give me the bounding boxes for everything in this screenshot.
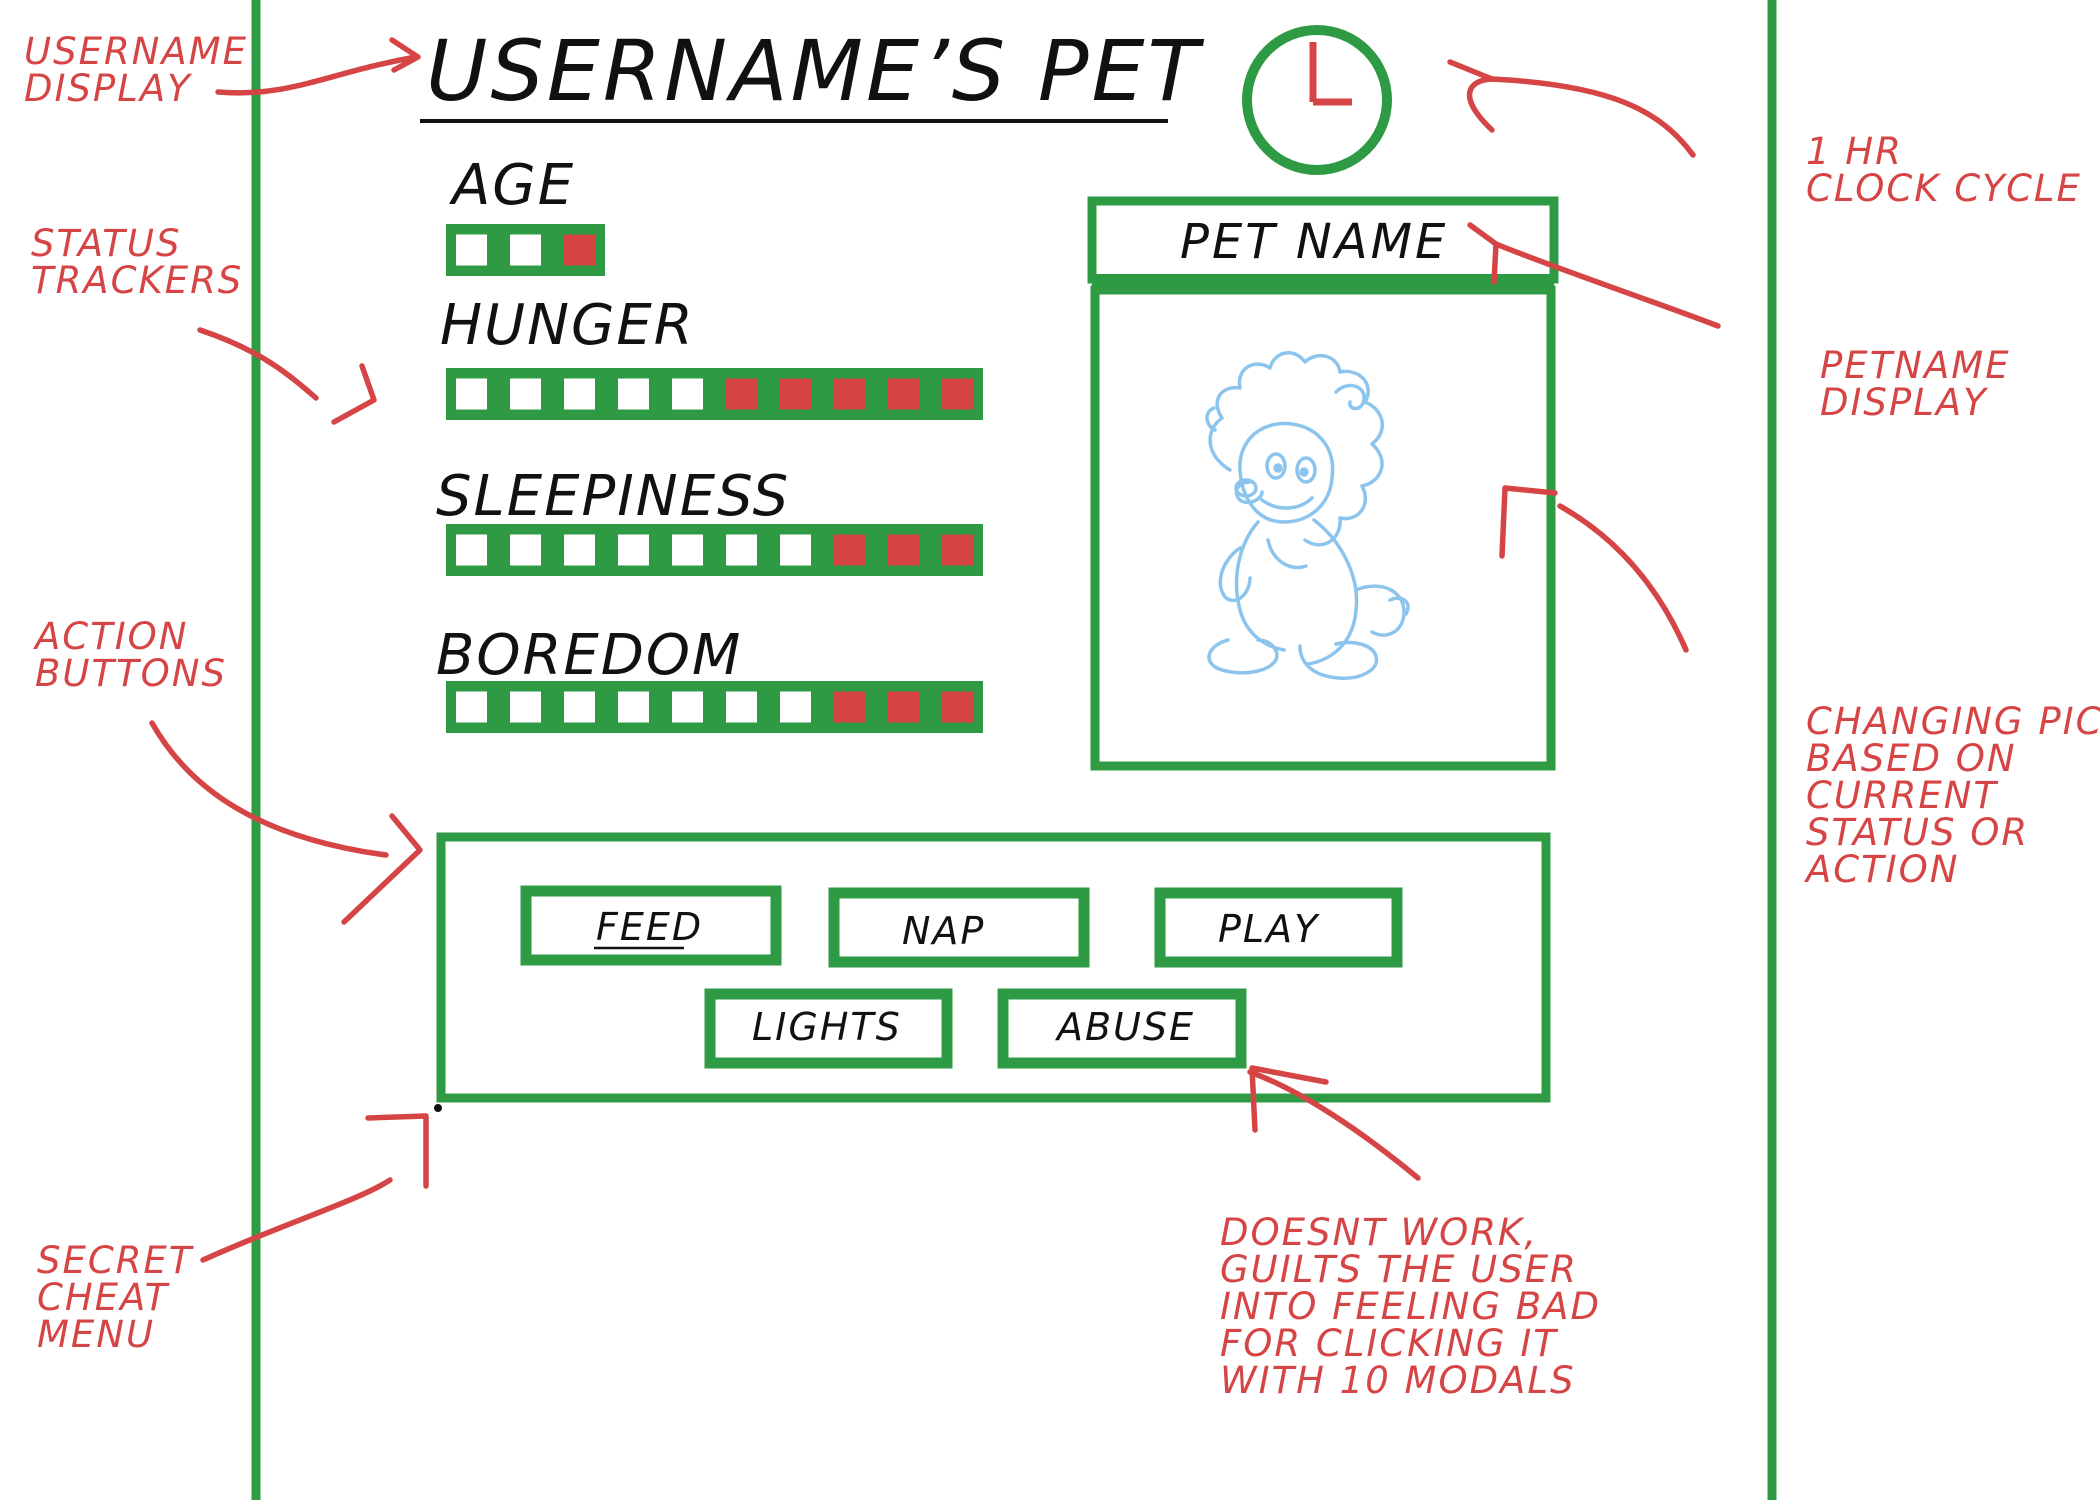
stat-label-age: AGE	[449, 153, 575, 218]
status-tracker-sleepiness	[446, 524, 983, 576]
tracker-cell-empty	[672, 378, 703, 410]
annotation-changing-pic: CHANGING PIC BASED ON CURRENT STATUS OR …	[1804, 700, 2100, 891]
tracker-cell-empty	[510, 691, 541, 723]
tracker-cell-empty	[726, 691, 757, 723]
annotation-clock-cycle: 1 HR CLOCK CYCLE	[1806, 130, 2082, 210]
annotation-action-buttons: ACTION BUTTONS	[33, 615, 227, 695]
annotation-status-trackers: STATUS TRACKERS	[31, 222, 243, 302]
tracker-cell-filled	[564, 234, 595, 266]
tracker-cell-empty	[456, 534, 487, 566]
abuse-button[interactable]: ABUSE	[997, 988, 1247, 1069]
lights-button[interactable]: LIGHTS	[704, 988, 953, 1069]
tracker-cell-filled	[834, 691, 865, 723]
tracker-cell-empty	[456, 378, 487, 410]
annotation-abuse-button: DOESNT WORK, GUILTS THE USER INTO FEELIN…	[1220, 1211, 1599, 1402]
play-button[interactable]: PLAY	[1154, 887, 1403, 968]
arrow-abuse	[1247, 1065, 1421, 1181]
svg-text:CLOCK CYCLE: CLOCK CYCLE	[1806, 167, 2082, 210]
nap-button[interactable]: NAP	[828, 887, 1090, 968]
clock-icon	[1242, 25, 1392, 175]
feed-button-label: FEED	[596, 905, 703, 949]
arrow-status-trackers	[197, 327, 377, 425]
tracker-cell-filled	[942, 691, 973, 723]
svg-text:TRACKERS: TRACKERS	[31, 259, 243, 302]
tracker-cell-filled	[942, 378, 973, 410]
arrow-changing-pic	[1499, 485, 1689, 653]
arrow-clock	[1447, 59, 1696, 158]
page-title: USERNAME’S PET	[426, 22, 1205, 120]
arrow-action-buttons	[149, 720, 423, 925]
svg-text:DISPLAY: DISPLAY	[1820, 381, 1988, 424]
tracker-cell-empty	[510, 234, 541, 266]
lights-button-label: LIGHTS	[752, 1005, 902, 1049]
tracker-cell-empty	[672, 534, 703, 566]
arrow-username	[215, 37, 421, 96]
tracker-cell-filled	[834, 378, 865, 410]
stat-label-hunger: HUNGER	[440, 293, 695, 358]
tracker-cell-empty	[510, 534, 541, 566]
tracker-cell-filled	[834, 534, 865, 566]
svg-text:MENU: MENU	[37, 1313, 155, 1356]
svg-text:BUTTONS: BUTTONS	[35, 652, 227, 695]
tracker-cell-filled	[942, 534, 973, 566]
pet-name-label: PET NAME	[1180, 214, 1448, 270]
tracker-cell-empty	[726, 534, 757, 566]
tracker-cell-empty	[564, 534, 595, 566]
play-button-label: PLAY	[1218, 907, 1320, 951]
tracker-cell-empty	[672, 691, 703, 723]
feed-button[interactable]: FEED	[520, 885, 782, 966]
tracker-cell-empty	[618, 378, 649, 410]
pet-picture	[1205, 351, 1410, 680]
svg-text:ACTION: ACTION	[1804, 848, 1959, 891]
annotation-petname-display: PETNAME DISPLAY	[1820, 344, 2009, 424]
tracker-cell-empty	[618, 691, 649, 723]
svg-text:WITH 10 MODALS: WITH 10 MODALS	[1220, 1359, 1575, 1402]
status-tracker-hunger	[446, 368, 983, 420]
tracker-cell-filled	[888, 378, 919, 410]
status-tracker-age	[446, 224, 605, 276]
tracker-cell-empty	[456, 234, 487, 266]
tracker-cell-empty	[564, 378, 595, 410]
wireframe-canvas: USERNAME’S PET AGE HUNGER SLEEPINESS BOR…	[24, 0, 2100, 1500]
tracker-cell-filled	[888, 691, 919, 723]
tracker-cell-filled	[780, 378, 811, 410]
tracker-cell-filled	[888, 534, 919, 566]
stat-label-boredom: BOREDOM	[436, 623, 742, 688]
arrow-secret-cheat-menu	[200, 1113, 429, 1263]
tracker-cell-empty	[618, 534, 649, 566]
annotation-secret-cheat-menu: SECRET CHEAT MENU	[37, 1239, 192, 1356]
tracker-cell-empty	[510, 378, 541, 410]
tracker-cell-empty	[564, 691, 595, 723]
tracker-cell-filled	[726, 378, 757, 410]
tracker-cell-empty	[456, 691, 487, 723]
abuse-button-label: ABUSE	[1054, 1005, 1195, 1049]
tracker-cell-empty	[780, 691, 811, 723]
stat-label-sleepiness: SLEEPINESS	[436, 464, 790, 529]
annotation-username-display: USERNAME DISPLAY	[24, 30, 246, 110]
tracker-cell-empty	[780, 534, 811, 566]
secret-cheat-menu-dot[interactable]	[434, 1104, 442, 1112]
status-tracker-boredom	[446, 681, 983, 733]
nap-button-label: NAP	[902, 909, 985, 953]
svg-text:DISPLAY: DISPLAY	[24, 67, 192, 110]
